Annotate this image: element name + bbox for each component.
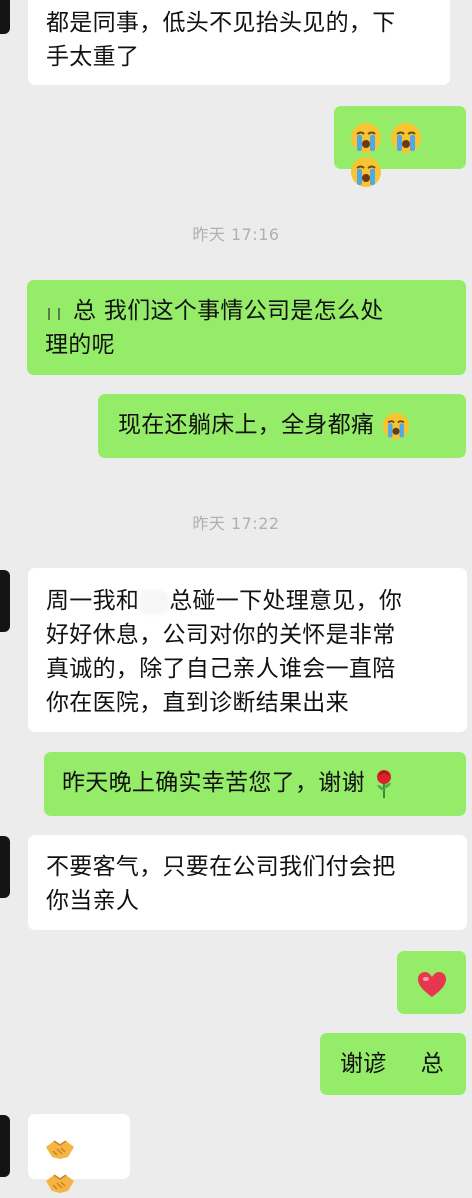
message-bubble-outgoing[interactable]: [397, 951, 466, 1014]
handshake-icon: [46, 1139, 74, 1159]
loudly-crying-face-icon: [351, 122, 381, 153]
message-text-part: 总 我们这个事情公司是怎么处: [73, 298, 384, 324]
loudly-crying-face-icon: [382, 412, 410, 439]
loudly-crying-face-icon: [351, 156, 381, 187]
message-bubble-incoming[interactable]: 周一我和 总碰一下处理意见，你 好好休息，公司对你的关怀是非常 真诚的，除了自己亲…: [28, 568, 467, 732]
message-text-part: 周一我和: [46, 588, 140, 614]
heart-icon: [418, 971, 446, 997]
message-text: 手太重了: [46, 44, 140, 70]
message-text-part: 总: [420, 1051, 444, 1077]
message-bubble-outgoing[interactable]: 昨天晚上确实幸苦您了，谢谢: [44, 752, 466, 816]
message-bubble-incoming[interactable]: 不要客气，只要在公司我们付会把 你当亲人: [28, 835, 467, 930]
message-text-part: 谢谚: [340, 1051, 387, 1077]
message-text: 好好休息，公司对你的关怀是非常: [46, 622, 396, 648]
message-bubble-outgoing[interactable]: 谢谚 总: [320, 1033, 466, 1095]
avatar[interactable]: [0, 1115, 10, 1177]
message-text: 你当亲人: [46, 888, 140, 914]
message-bubble-outgoing[interactable]: 现在还躺床上，全身都痛: [98, 394, 466, 458]
message-bubble-outgoing[interactable]: 总 我们这个事情公司是怎么处 理的呢: [27, 280, 466, 375]
message-timestamp: 昨天 17:22: [192, 514, 280, 533]
message-timestamp: 昨天 17:16: [192, 225, 280, 244]
chat-thread: 都是同事，低头不见抬头见的，下 手太重了 昨天 17:16 总 我们这个事情公司…: [0, 0, 472, 1193]
message-bubble-incoming[interactable]: 都是同事，低头不见抬头见的，下 手太重了: [28, 0, 450, 85]
message-text: 都是同事，低头不见抬头见的，下: [46, 10, 396, 36]
message-text-part: 总碰一下处理意见，你: [169, 588, 403, 614]
message-text: 理的呢: [45, 332, 115, 358]
loudly-crying-face-icon: [390, 122, 421, 153]
handshake-icon: [46, 1173, 74, 1193]
avatar[interactable]: [0, 0, 10, 34]
message-bubble-outgoing[interactable]: [334, 106, 466, 187]
avatar[interactable]: [0, 570, 10, 632]
message-text: 昨天晚上确实幸苦您了，谢谢: [62, 770, 365, 796]
rose-icon: [376, 769, 391, 798]
redacted-name: [45, 302, 73, 322]
redacted-name: [139, 589, 170, 614]
message-bubble-incoming[interactable]: [28, 1114, 130, 1193]
message-text: 真诚的，除了自己亲人谁会一直陪: [46, 656, 396, 682]
message-text: 总 我们这个事情公司是怎么处: [45, 294, 448, 328]
message-text: 现在还躺床上，全身都痛: [118, 412, 375, 438]
message-text: 不要客气，只要在公司我们付会把: [46, 854, 396, 880]
message-text: 你在医院，直到诊断结果出来: [46, 690, 349, 716]
message-text: 周一我和 总碰一下处理意见，你: [46, 584, 449, 618]
avatar[interactable]: [0, 836, 10, 898]
